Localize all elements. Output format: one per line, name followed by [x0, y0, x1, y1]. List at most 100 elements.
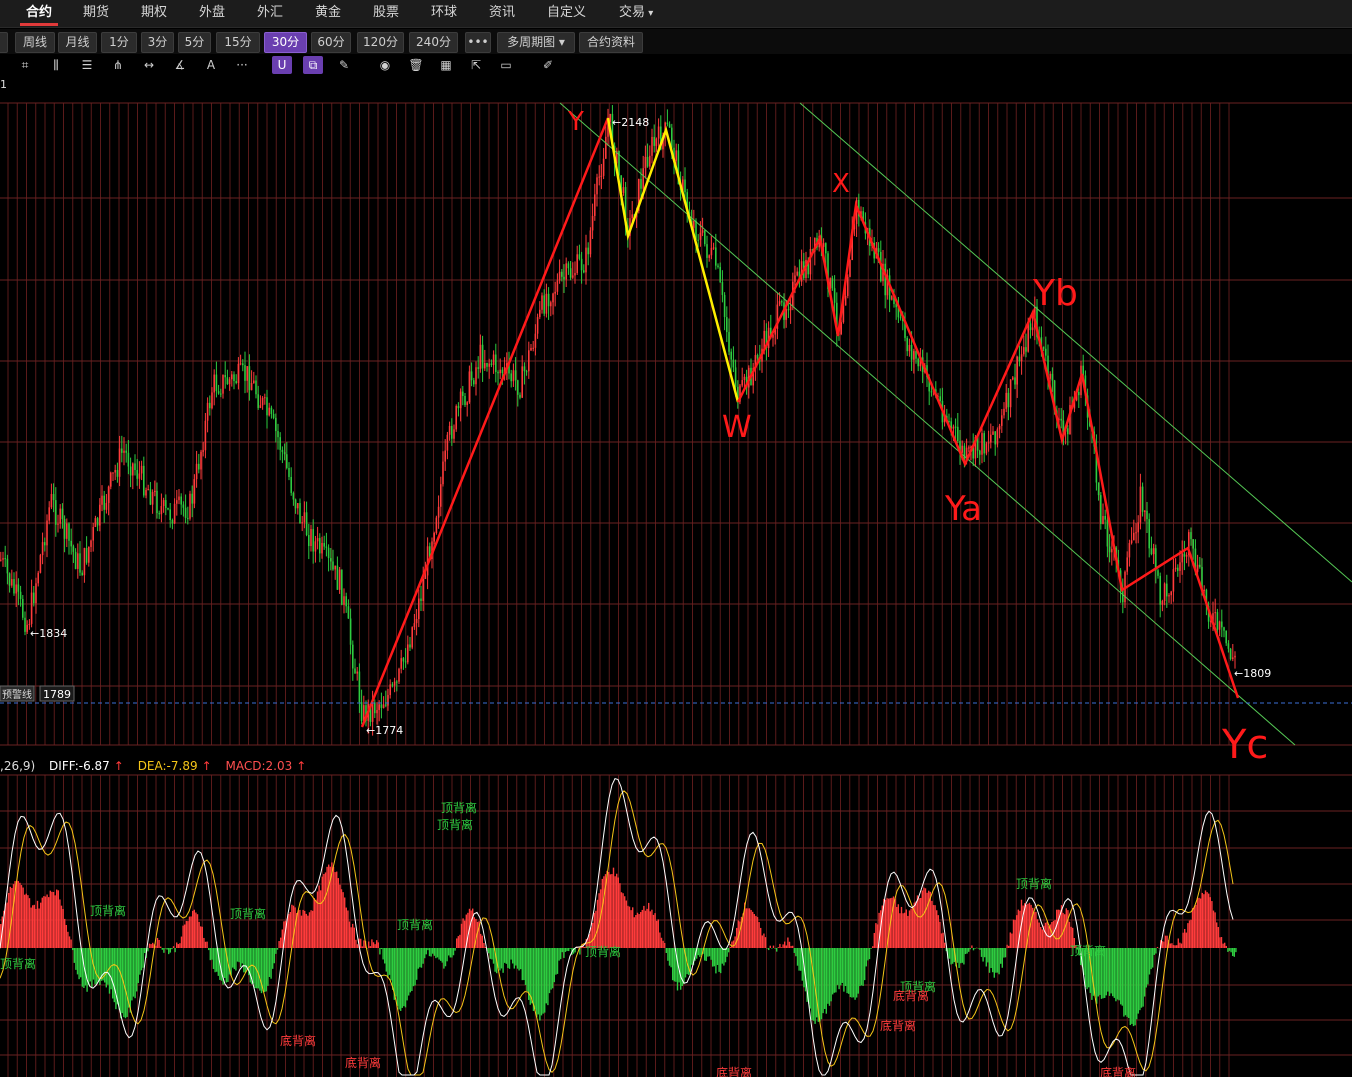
macd-bar	[779, 943, 781, 948]
candlestick	[649, 145, 651, 170]
macd-bar	[491, 948, 493, 960]
macd-bar	[419, 948, 421, 968]
macd-bar	[942, 932, 944, 948]
macd-params: ,26,9)	[0, 759, 36, 773]
macd-bar	[192, 910, 194, 948]
macd-bar	[168, 948, 170, 955]
macd-bar	[464, 920, 466, 948]
candlestick	[558, 259, 561, 284]
candlestick	[539, 301, 541, 320]
macd-bar	[558, 948, 560, 961]
macd-bar	[646, 908, 648, 948]
candlestick	[1045, 336, 1047, 361]
macd-bar	[928, 890, 930, 948]
candlestick	[110, 471, 112, 490]
macd-bar	[872, 946, 874, 948]
candlestick	[888, 268, 891, 313]
macd-bar	[716, 948, 719, 965]
macd-bar	[396, 948, 399, 1006]
candlestick	[1100, 492, 1102, 530]
candlestick	[1012, 375, 1014, 381]
candlestick	[512, 363, 515, 387]
macd-bar	[1201, 892, 1203, 948]
candlestick	[906, 336, 908, 357]
macd-bar	[691, 948, 693, 965]
kline-chart[interactable]: ←2148←1834←1774←1809预警线 1789YWXYaYbYc顶背离顶…	[0, 0, 1352, 1077]
macd-bar	[796, 948, 799, 966]
macd-bar	[542, 948, 544, 1014]
macd-bar	[766, 948, 768, 949]
candlestick	[352, 640, 354, 681]
candlestick	[398, 667, 400, 684]
alert-line-button[interactable]: 预警线	[0, 685, 35, 702]
candlestick	[319, 533, 321, 563]
macd-bar	[924, 888, 927, 948]
macd-bar	[1067, 910, 1069, 948]
macd-bar	[16, 880, 18, 948]
macd-bar	[430, 948, 432, 957]
candlestick	[622, 177, 625, 196]
candlestick	[565, 257, 567, 288]
macd-bar	[555, 948, 557, 975]
macd-bar	[787, 937, 789, 948]
macd-bar	[244, 948, 247, 973]
candlestick	[510, 369, 512, 388]
macd-bar	[1126, 948, 1128, 1017]
candlestick	[235, 374, 237, 385]
candlestick	[11, 569, 13, 588]
macd-bar	[774, 948, 776, 949]
macd-bar	[300, 915, 303, 948]
macd-bar	[104, 948, 106, 983]
macd-bar	[1147, 948, 1149, 985]
macd-bar	[390, 948, 392, 981]
macd-bar	[275, 948, 277, 954]
candlestick	[154, 480, 156, 497]
macd-bar	[1152, 948, 1154, 968]
candlestick	[798, 259, 801, 288]
top-divergence-label-7: 顶背离	[1016, 876, 1052, 891]
macd-bar	[307, 915, 309, 948]
candlestick	[954, 418, 957, 441]
macd-bar	[352, 923, 354, 948]
macd-bar	[433, 948, 435, 956]
candlestick	[732, 346, 735, 373]
macd-bar	[1131, 948, 1133, 1024]
macd-bar	[188, 916, 191, 948]
macd-bar	[78, 948, 80, 980]
candlestick	[514, 357, 517, 391]
macd-bar	[812, 948, 815, 1021]
macd-bar	[64, 918, 66, 948]
top-divergence-label-5: 顶背离	[437, 817, 473, 832]
macd-bar	[150, 944, 152, 948]
macd-bar	[147, 948, 149, 952]
candlestick	[530, 344, 532, 351]
macd-bar	[51, 891, 53, 948]
candlestick	[719, 262, 721, 283]
candlestick	[70, 528, 72, 555]
macd-bar	[1115, 948, 1117, 1002]
macd-bar	[838, 948, 840, 990]
candlestick	[103, 490, 105, 523]
candlestick	[83, 547, 86, 583]
candlestick	[79, 541, 81, 576]
candlestick	[1170, 590, 1172, 604]
macd-bar	[355, 939, 357, 948]
macd-bar	[216, 948, 218, 972]
candlestick	[1009, 379, 1012, 418]
candlestick	[646, 143, 649, 168]
candlestick	[360, 689, 363, 725]
candlestick	[481, 335, 484, 382]
macd-bar	[1123, 948, 1125, 1017]
macd-bar	[827, 948, 829, 1004]
macd-bar	[232, 948, 234, 968]
macd-bar	[440, 948, 442, 961]
macd-bar	[979, 948, 981, 950]
candlestick	[666, 109, 669, 127]
macd-bar	[750, 909, 752, 948]
macd-bar	[652, 914, 655, 948]
macd-bar	[459, 934, 461, 948]
macd-bar	[728, 948, 730, 953]
macd-bar	[718, 948, 720, 972]
macd-bar	[1184, 928, 1186, 948]
macd-bar	[1129, 948, 1131, 1026]
